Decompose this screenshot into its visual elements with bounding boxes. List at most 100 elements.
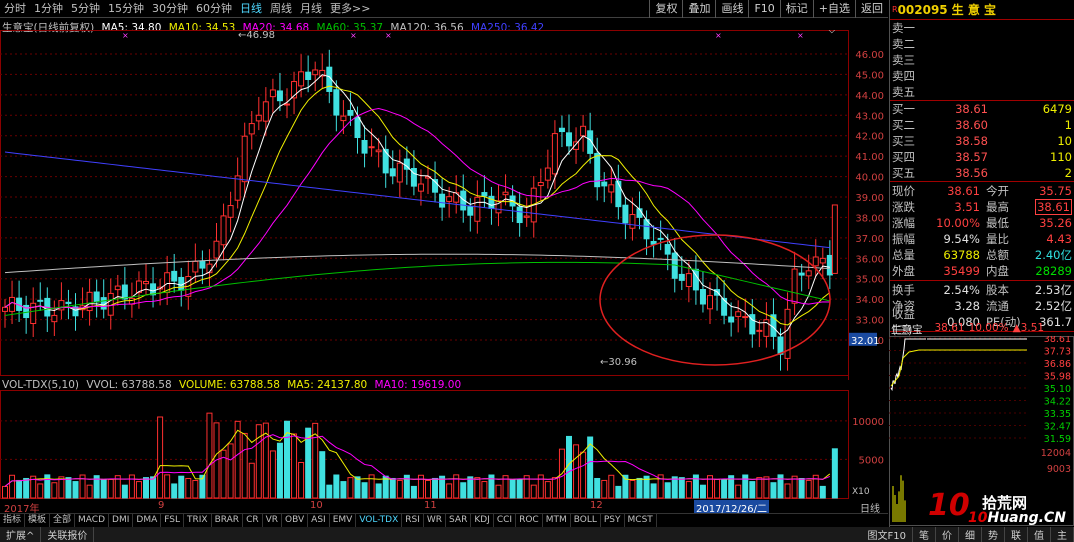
indicator-tab[interactable]: DMI	[109, 514, 134, 527]
panel-tab[interactable]: 值	[1028, 527, 1051, 542]
candle-body	[227, 205, 234, 218]
tool-button[interactable]: 返回	[855, 0, 888, 18]
period-tab[interactable]: 60分钟	[192, 0, 236, 18]
indicator-tab[interactable]: KDJ	[471, 514, 494, 527]
indicator-tab[interactable]: VR	[263, 514, 283, 527]
candle-body	[523, 215, 530, 218]
panel-tab[interactable]: 联	[1005, 527, 1028, 542]
period-tab[interactable]: 1分钟	[30, 0, 67, 18]
price-tick: 37.00	[855, 234, 884, 245]
volume-bar	[396, 479, 403, 499]
candle-body	[685, 273, 692, 287]
volume-bar	[573, 444, 580, 499]
indicator-tab[interactable]: CR	[243, 514, 263, 527]
order-row: 买四 38.57 110	[890, 149, 1074, 165]
indicator-tab[interactable]: SAR	[446, 514, 472, 527]
indicator-tab[interactable]: 全部	[50, 514, 76, 527]
mini-change: ▲3.51	[1012, 322, 1045, 334]
indicator-tab[interactable]: FSL	[161, 514, 184, 527]
date-axis: 2017年 9 10 11 12 2017/12/26/二 日线	[0, 500, 888, 515]
order-volume: 10	[1057, 134, 1072, 148]
volume-bar	[798, 478, 805, 499]
tool-button[interactable]: 叠加	[682, 0, 715, 18]
indicator-tab[interactable]: WR	[424, 514, 447, 527]
panel-tab[interactable]: 势	[982, 527, 1005, 542]
period-tab[interactable]: 15分钟	[104, 0, 148, 18]
period-tab[interactable]: 5分钟	[67, 0, 104, 18]
volume-bar	[143, 477, 149, 499]
order-label: 买三	[892, 134, 915, 148]
tool-button[interactable]: +自选	[812, 0, 855, 18]
quote-row: 现价 38.61 今开 35.75	[890, 183, 1074, 199]
candle-body	[678, 273, 685, 281]
price-tick: 39.00	[855, 193, 884, 204]
quote-row: 外盘 35499 内盘 28289	[890, 263, 1074, 279]
panel-tab[interactable]: 笔	[913, 527, 936, 542]
period-tab[interactable]: 30分钟	[148, 0, 192, 18]
volume-bar	[171, 483, 178, 499]
period-tab[interactable]: 日线	[236, 0, 266, 18]
candle-body	[777, 336, 784, 355]
ma120-line	[4, 253, 830, 274]
indicator-tab[interactable]: ASI	[308, 514, 330, 527]
candle-body	[417, 183, 424, 192]
candlestick-chart[interactable]: 46.00 45.00 44.00 43.00 42.00 41.00 40.00 39.00…	[0, 30, 888, 380]
quote-label: 最高	[986, 200, 1009, 214]
volume-bar	[763, 476, 770, 499]
indicator-tab[interactable]: 模板	[25, 514, 51, 527]
indicator-tab[interactable]: 指标	[0, 514, 26, 527]
period-tab[interactable]: 更多>>	[326, 0, 374, 18]
period-tab[interactable]: 周线	[266, 0, 296, 18]
indicator-tab[interactable]: MACD	[75, 514, 110, 527]
indicator-tab[interactable]: RSI	[402, 514, 424, 527]
price-tick: 46.00	[855, 50, 884, 61]
indicator-tab[interactable]: ROC	[516, 514, 543, 527]
order-volume: 6479	[1042, 102, 1072, 116]
panel-tab[interactable]: 价	[936, 527, 959, 542]
panel-tab[interactable]: 细	[959, 527, 982, 542]
indicator-tab[interactable]: BRAR	[212, 514, 244, 527]
price-tick: 35.00	[855, 275, 884, 286]
event-marker: ×	[715, 31, 722, 40]
order-label: 买四	[892, 150, 915, 164]
tool-button[interactable]: F10	[748, 0, 779, 18]
period-tab[interactable]: 月线	[296, 0, 326, 18]
panel-tab[interactable]: 主	[1051, 527, 1074, 542]
candle-body	[481, 192, 488, 197]
indicator-tab[interactable]: VOL-TDX	[356, 514, 403, 527]
candle-body	[382, 148, 389, 174]
period-tab[interactable]: 分时	[0, 0, 30, 18]
quote-value: 38.61	[947, 184, 980, 198]
indicator-tab[interactable]: OBV	[282, 514, 309, 527]
panel-tab[interactable]: 图文F10	[862, 527, 913, 542]
order-label: 买二	[892, 118, 915, 132]
tool-button[interactable]: 复权	[649, 0, 682, 18]
indicator-tab[interactable]: MCST	[625, 514, 657, 527]
indicator-tab[interactable]: TRIX	[184, 514, 212, 527]
tool-button[interactable]: 标记	[779, 0, 813, 18]
volume-bar	[9, 474, 16, 499]
indicator-tab[interactable]: PSY	[601, 514, 625, 527]
quote-stats: 现价 38.61 今开 35.75 涨跌 3.51 最高 38.61 涨幅 10.00% 最低 35.…	[890, 182, 1074, 281]
indicator-tab[interactable]: EMV	[330, 514, 357, 527]
volume-bar	[685, 481, 692, 499]
indicator-tab[interactable]: MTM	[543, 514, 571, 527]
tool-button[interactable]: 画线	[715, 0, 748, 18]
candle-body	[728, 316, 735, 323]
volume-chart[interactable]: 10000 5000 X10	[0, 390, 888, 500]
candle-body	[831, 204, 838, 274]
expand-button[interactable]: 扩展^	[0, 527, 42, 542]
svg-text:32.01: 32.01	[851, 336, 880, 347]
stock-name: 生 意 宝	[951, 3, 997, 17]
indicator-tab[interactable]: CCI	[494, 514, 517, 527]
indicator-tab[interactable]: DMA	[133, 514, 162, 527]
indicator-tab[interactable]: BOLL	[571, 514, 601, 527]
volume-bar	[664, 482, 671, 499]
ma5-line	[4, 74, 830, 336]
quote-row: 涨幅 10.00% 最低 35.26	[890, 215, 1074, 231]
related-quotes-button[interactable]: 关联报价	[41, 527, 95, 542]
volume-bar	[192, 479, 199, 499]
volume-bar	[23, 477, 30, 499]
order-volume: 2	[1064, 166, 1072, 180]
volume-bar	[714, 478, 721, 499]
